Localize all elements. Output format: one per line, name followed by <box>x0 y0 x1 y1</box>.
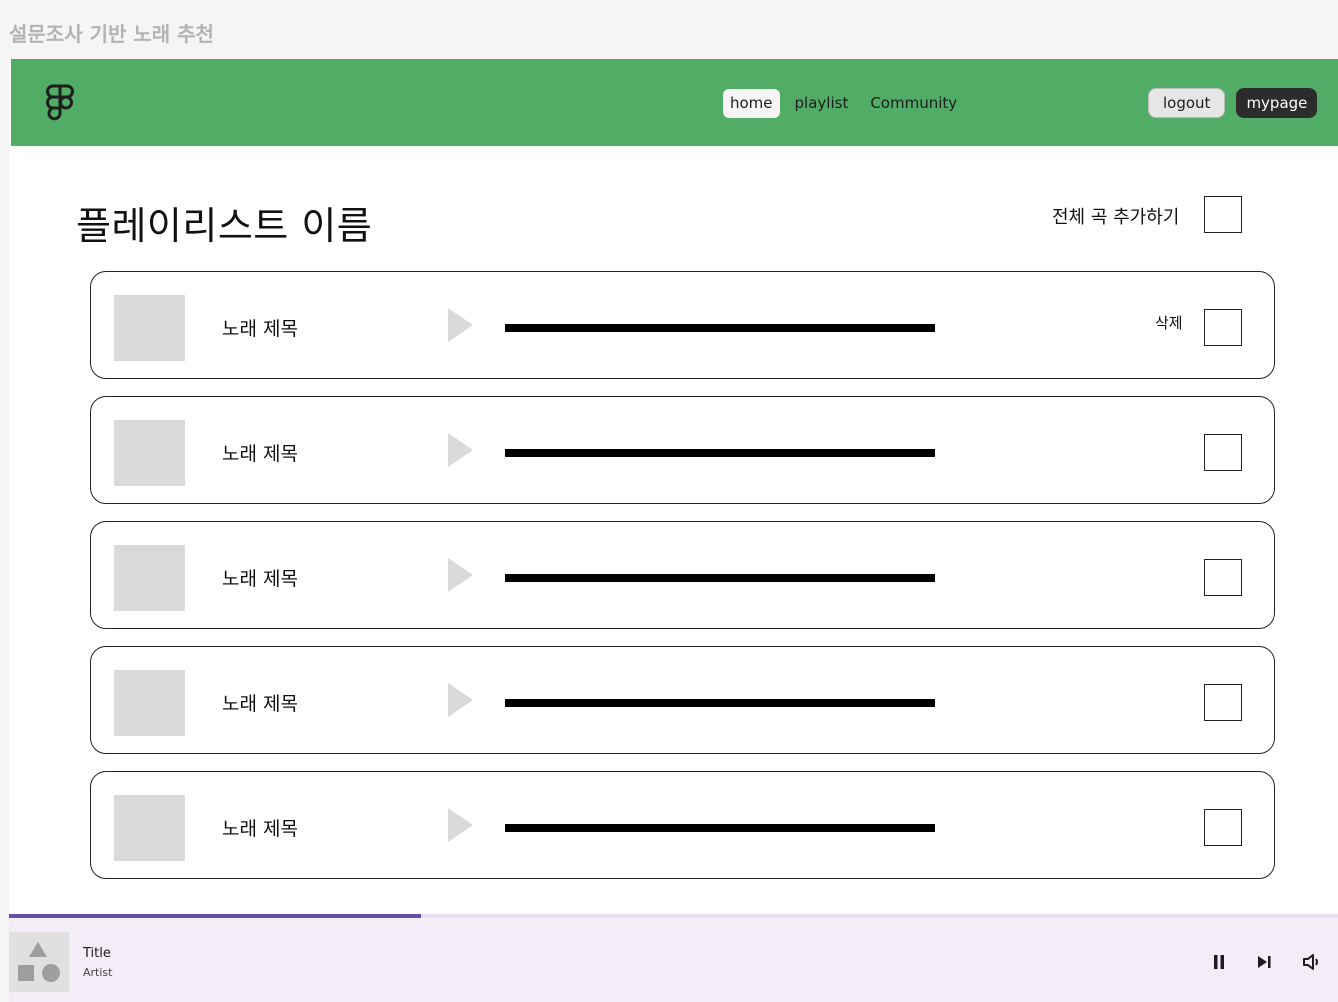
song-checkbox[interactable] <box>1204 684 1242 721</box>
song-row: 노래 제목 삭제 <box>90 271 1275 379</box>
player-progress-fill <box>9 914 421 918</box>
delete-label[interactable]: 삭제 <box>1155 312 1183 333</box>
auth-buttons: logout mypage <box>1148 88 1318 118</box>
song-checkbox[interactable] <box>1204 809 1242 846</box>
song-row: 노래 제목 <box>90 646 1275 754</box>
page-frame: home playlist Community logout mypage 플레… <box>9 59 1338 1002</box>
player-artwork-icon <box>9 932 69 992</box>
figma-logo-icon[interactable] <box>45 83 75 123</box>
playlist-title: 플레이리스트 이름 <box>76 204 373 248</box>
nav-link-playlist[interactable]: playlist <box>788 89 856 118</box>
song-row: 노래 제목 <box>90 521 1275 629</box>
play-icon[interactable] <box>448 433 473 467</box>
album-thumbnail <box>114 795 185 861</box>
add-all-label: 전체 곡 추가하기 <box>1052 207 1180 228</box>
song-checkbox[interactable] <box>1204 309 1242 346</box>
media-player-bar: Title Artist <box>9 914 1338 1002</box>
song-checkbox[interactable] <box>1204 434 1242 471</box>
volume-icon[interactable] <box>1301 951 1323 973</box>
play-icon[interactable] <box>448 683 473 717</box>
album-thumbnail <box>114 545 185 611</box>
add-all-checkbox[interactable] <box>1204 196 1242 233</box>
nav-links: home playlist Community <box>723 89 972 118</box>
song-progress-bar[interactable] <box>505 699 935 707</box>
song-title: 노래 제목 <box>222 693 298 715</box>
album-thumbnail <box>114 420 185 486</box>
play-icon[interactable] <box>448 558 473 592</box>
player-track-artist: Artist <box>83 966 113 979</box>
pause-icon[interactable] <box>1208 951 1230 973</box>
mypage-button[interactable]: mypage <box>1236 88 1318 118</box>
song-progress-bar[interactable] <box>505 824 935 832</box>
song-title: 노래 제목 <box>222 818 298 840</box>
song-title: 노래 제목 <box>222 443 298 465</box>
play-icon[interactable] <box>448 808 473 842</box>
song-progress-bar[interactable] <box>505 574 935 582</box>
song-title: 노래 제목 <box>222 568 298 590</box>
song-title: 노래 제목 <box>222 318 298 340</box>
skip-next-icon[interactable] <box>1253 951 1275 973</box>
song-row: 노래 제목 <box>90 396 1275 504</box>
play-icon[interactable] <box>448 308 473 342</box>
player-progress-track[interactable] <box>9 914 1338 918</box>
logout-button[interactable]: logout <box>1148 88 1226 118</box>
top-navbar: home playlist Community logout mypage <box>11 59 1338 146</box>
nav-link-community[interactable]: Community <box>863 89 964 118</box>
nav-link-home[interactable]: home <box>723 89 780 118</box>
song-row: 노래 제목 <box>90 771 1275 879</box>
song-progress-bar[interactable] <box>505 449 935 457</box>
frame-title: 설문조사 기반 노래 추천 <box>9 22 214 46</box>
song-progress-bar[interactable] <box>505 324 935 332</box>
song-checkbox[interactable] <box>1204 559 1242 596</box>
album-thumbnail <box>114 670 185 736</box>
player-track-title: Title <box>83 946 111 961</box>
album-thumbnail <box>114 295 185 361</box>
song-list: 노래 제목 삭제 노래 제목 노래 제목 노래 제목 노래 제목 <box>90 271 1275 896</box>
